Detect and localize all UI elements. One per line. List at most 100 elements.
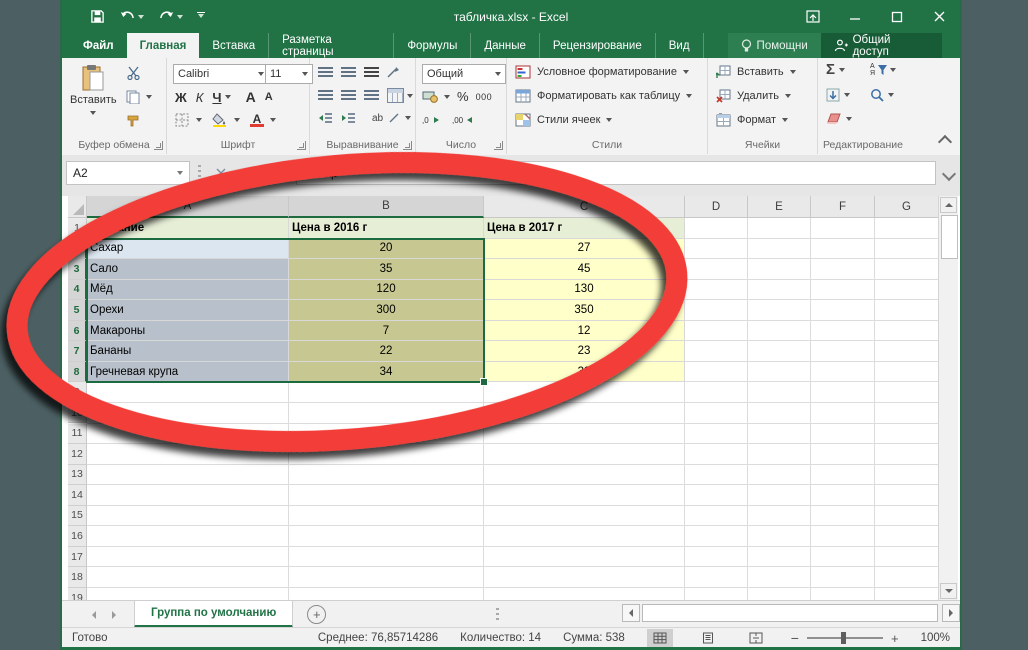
cell-C2[interactable]: 27 [484,238,685,260]
cell-C1[interactable]: Цена в 2017 г [484,218,685,239]
alignment-dialog-launcher[interactable] [403,141,412,150]
tab-данные[interactable]: Данные [471,33,540,58]
format-painter-button[interactable] [126,114,141,128]
column-header-B[interactable]: B [289,196,484,218]
cell-A3[interactable]: Сало [87,259,289,280]
tab-вставка[interactable]: Вставка [199,33,270,58]
copy-button[interactable] [126,90,152,104]
paste-button[interactable]: Вставить [70,64,117,118]
column-header-F[interactable]: F [811,196,875,218]
shrink-font-button[interactable]: А [265,91,273,103]
row-header-1[interactable]: 1 [68,218,87,239]
font-color-button[interactable]: А [250,113,276,127]
row-header-4[interactable]: 4 [68,279,87,301]
row-header-7[interactable]: 7 [68,341,87,362]
cell-A6[interactable]: Макароны [87,320,289,342]
align-center-icon[interactable] [341,90,356,101]
row-header-3[interactable]: 3 [68,259,87,280]
prev-sheet-button[interactable] [88,610,96,619]
font-size-combo[interactable]: 11 [265,64,313,84]
tab-главная[interactable]: Главная [126,33,200,58]
number-dialog-launcher[interactable] [494,141,503,150]
sort-filter-button[interactable]: А Я [870,63,897,77]
tab-file[interactable]: Файл [70,33,127,58]
autosum-button[interactable]: Σ [826,62,846,77]
cell-B6[interactable]: 7 [289,320,484,342]
cell-A1[interactable]: Навзание [87,218,289,239]
row-header-5[interactable]: 5 [68,300,87,321]
row-header-17[interactable]: 17 [68,546,87,568]
tell-me-assistant[interactable]: Помощни [727,33,821,58]
tab-разметка-страницы[interactable]: Разметка страницы [269,33,395,58]
clipboard-dialog-launcher[interactable] [154,141,163,150]
select-all-button[interactable] [68,196,87,218]
normal-view-button[interactable] [646,629,673,647]
cell-B5[interactable]: 300 [289,300,484,321]
cell-C7[interactable]: 23 [484,341,685,362]
cell-A2[interactable]: Сахар [87,238,289,260]
cell-A4[interactable]: Мёд [87,279,289,301]
delete-cells-button[interactable]: Удалить [716,89,791,103]
cell-B4[interactable]: 120 [289,279,484,301]
orientation-button[interactable] [387,66,400,78]
minimize-button[interactable] [834,0,876,33]
row-header-15[interactable]: 15 [68,505,87,527]
row-header-12[interactable]: 12 [68,444,87,465]
format-cells-button[interactable]: Формат [716,113,789,127]
fill-button[interactable] [826,88,850,102]
underline-dropdown-icon[interactable] [224,95,231,102]
horizontal-scroll-thumb[interactable] [642,604,938,622]
formula-input[interactable]: Сахар [296,161,936,185]
page-layout-view-button[interactable] [695,629,721,647]
find-select-button[interactable] [870,88,894,102]
comma-style-button[interactable]: 000 [476,92,493,102]
row-header-10[interactable]: 10 [68,402,87,424]
share-button[interactable]: Общий доступ [820,33,942,58]
enter-entry-button[interactable] [238,163,260,183]
bold-button[interactable]: Ж [175,90,187,105]
page-break-view-button[interactable] [743,629,769,647]
tab-вид[interactable]: Вид [656,33,704,58]
fill-handle[interactable] [480,378,488,387]
undo-dropdown-icon[interactable] [138,14,144,22]
align-bottom-icon[interactable] [364,66,379,78]
row-header-13[interactable]: 13 [68,464,87,486]
save-button[interactable] [90,9,105,24]
cell-B7[interactable]: 22 [289,341,484,362]
cell-C4[interactable]: 130 [484,279,685,301]
accounting-format-button[interactable] [422,90,450,103]
cell-styles-button[interactable]: Стили ячеек [515,113,613,127]
next-sheet-button[interactable] [112,610,120,619]
decrease-indent-button[interactable] [318,112,333,124]
cell-B8[interactable]: 34 [289,361,484,383]
cell-A5[interactable]: Орехи [87,300,289,321]
cell-C6[interactable]: 12 [484,320,685,342]
scroll-left-button[interactable] [622,604,640,622]
cell-B1[interactable]: Цена в 2016 г [289,218,484,239]
fill-color-button[interactable] [212,113,240,127]
row-header-19[interactable]: 19 [68,587,87,600]
scroll-down-button[interactable] [940,583,957,599]
italic-button[interactable]: К [196,90,204,105]
horizontal-scrollbar[interactable] [622,604,960,623]
percent-button[interactable]: % [457,89,469,104]
ribbon-display-options-button[interactable] [792,0,834,33]
conditional-formatting-button[interactable]: Условное форматирование [515,65,689,79]
font-family-combo[interactable]: Calibri [173,64,269,84]
expand-formula-bar-icon[interactable] [941,166,957,182]
wrap-text-button[interactable]: ab [372,113,412,124]
maximize-button[interactable] [876,0,918,33]
insert-function-button[interactable]: fx [266,163,288,183]
sheet-tab-active[interactable]: Группа по умолчанию [134,601,294,628]
cut-button[interactable] [126,66,141,80]
clear-button[interactable] [826,113,852,125]
column-header-G[interactable]: G [875,196,939,218]
close-button[interactable] [918,0,960,33]
zoom-slider[interactable] [806,632,883,644]
cell-B2[interactable]: 20 [289,238,484,260]
cell-A7[interactable]: Бананы [87,341,289,362]
zoom-in-button[interactable]: + [891,631,899,646]
tab-формулы[interactable]: Формулы [394,33,472,58]
row-header-16[interactable]: 16 [68,526,87,547]
vertical-scrollbar[interactable] [938,196,958,600]
